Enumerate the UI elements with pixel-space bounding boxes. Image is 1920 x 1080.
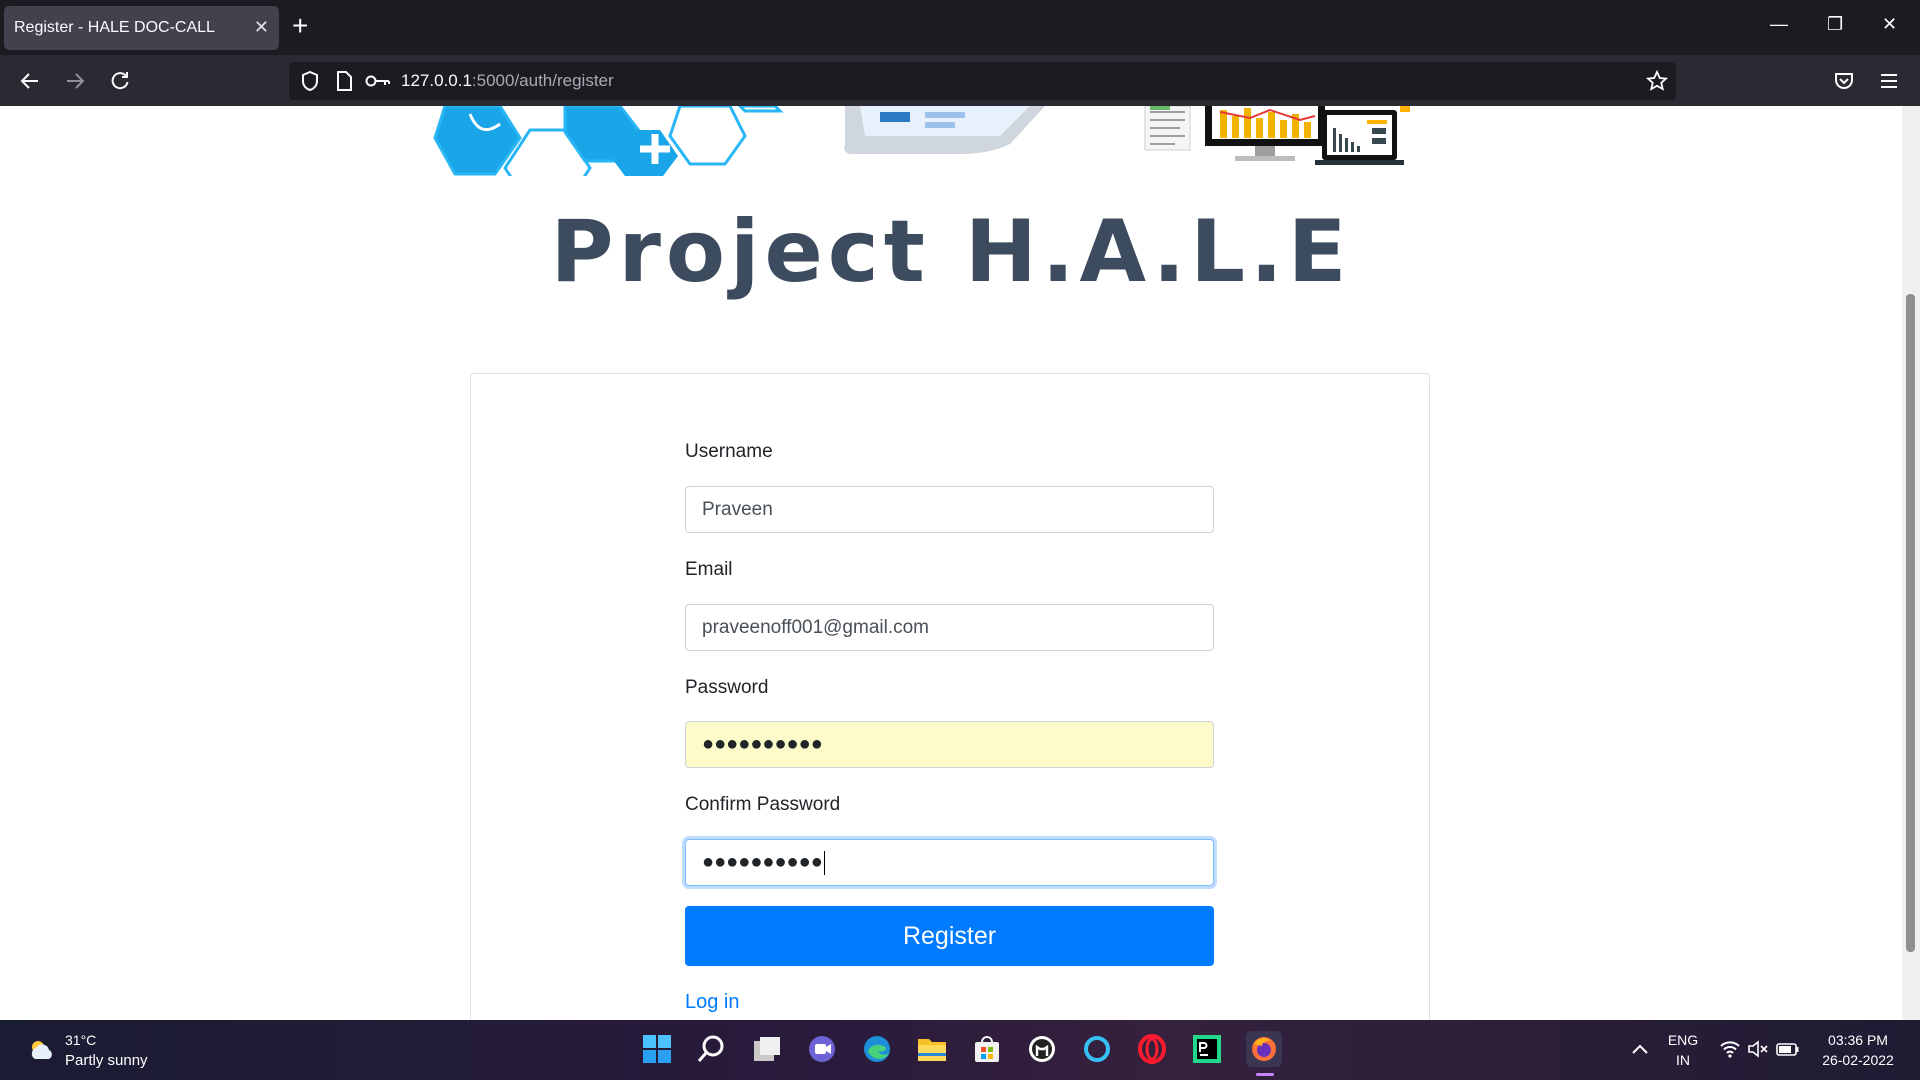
battery-icon[interactable] xyxy=(1772,1033,1804,1065)
clock-date[interactable]: 26-02-2022 xyxy=(1810,1052,1906,1068)
reload-icon[interactable] xyxy=(106,67,134,95)
scrollbar-thumb[interactable] xyxy=(1906,294,1915,952)
username-label: Username xyxy=(685,441,773,462)
username-field[interactable]: Praveen xyxy=(685,486,1214,533)
key-icon[interactable] xyxy=(364,67,392,95)
browser-tab-bar: Register - HALE DOC-CALL ✕ + — ❐ ✕ xyxy=(0,0,1920,55)
forward-icon[interactable] xyxy=(61,67,89,95)
github-desktop-icon[interactable] xyxy=(1026,1033,1058,1065)
file-explorer-icon[interactable] xyxy=(916,1033,948,1065)
restore-icon[interactable]: ❐ xyxy=(1827,14,1843,35)
firefox-active-indicator xyxy=(1256,1073,1274,1076)
password-label: Password xyxy=(685,677,769,698)
language-code[interactable]: ENG xyxy=(1666,1032,1700,1048)
volume-muted-icon[interactable] xyxy=(1742,1033,1774,1065)
password-field[interactable]: ●●●●●●●●●● xyxy=(685,721,1214,768)
pycharm-icon[interactable] xyxy=(1191,1033,1223,1065)
tab-close-icon[interactable]: ✕ xyxy=(254,17,269,38)
menu-icon[interactable] xyxy=(1875,67,1903,95)
store-icon[interactable] xyxy=(971,1033,1003,1065)
window-close-icon[interactable]: ✕ xyxy=(1882,14,1897,35)
login-link[interactable]: Log in xyxy=(685,991,740,1014)
weather-icon[interactable] xyxy=(26,1034,58,1066)
email-value: praveenoff001@gmail.com xyxy=(702,616,930,638)
new-tab-icon[interactable]: + xyxy=(292,12,308,40)
clock-time[interactable]: 03:36 PM xyxy=(1810,1032,1906,1048)
edge-icon[interactable] xyxy=(861,1033,893,1065)
page-title: Project H.A.L.E xyxy=(550,202,1352,302)
page-icon[interactable] xyxy=(330,67,358,95)
page-viewport: Project H.A.L.E Username Praveen Email p… xyxy=(0,106,1902,1020)
bookmark-star-icon[interactable] xyxy=(1643,67,1671,95)
email-label: Email xyxy=(685,559,733,580)
confirm-password-label: Confirm Password xyxy=(685,794,841,815)
confirm-password-value: ●●●●●●●●●● xyxy=(702,851,823,873)
shield-icon[interactable] xyxy=(296,67,324,95)
pocket-icon[interactable] xyxy=(1830,67,1858,95)
search-icon[interactable] xyxy=(696,1033,728,1065)
weather-temp: 31°C xyxy=(65,1032,97,1048)
minimize-icon[interactable]: — xyxy=(1770,14,1788,35)
username-value: Praveen xyxy=(702,498,773,520)
tab-title: Register - HALE DOC-CALL xyxy=(14,19,215,36)
teams-chat-icon[interactable] xyxy=(806,1033,838,1065)
task-view-icon[interactable] xyxy=(751,1033,783,1065)
email-field[interactable]: praveenoff001@gmail.com xyxy=(685,604,1214,651)
firefox-icon[interactable] xyxy=(1246,1031,1282,1067)
header-banner-illustration xyxy=(433,106,1410,176)
url-text[interactable]: 127.0.0.1:5000/auth/register xyxy=(401,71,614,91)
language-region[interactable]: IN xyxy=(1666,1052,1700,1068)
windows-start-icon[interactable] xyxy=(641,1033,673,1065)
url-host: 127.0.0.1 xyxy=(401,71,472,90)
cortana-icon[interactable] xyxy=(1081,1033,1113,1065)
browser-tab[interactable]: Register - HALE DOC-CALL ✕ xyxy=(4,6,279,50)
show-hidden-icons-chevron-icon[interactable] xyxy=(1624,1033,1656,1065)
back-icon[interactable] xyxy=(16,67,44,95)
register-button[interactable]: Register xyxy=(685,906,1214,966)
text-caret xyxy=(823,850,825,875)
url-path: :5000/auth/register xyxy=(471,71,614,90)
opera-icon[interactable] xyxy=(1136,1033,1168,1065)
confirm-password-field[interactable]: ●●●●●●●●●● xyxy=(685,839,1214,886)
password-value: ●●●●●●●●●● xyxy=(702,733,823,755)
weather-desc: Partly sunny xyxy=(65,1052,148,1069)
